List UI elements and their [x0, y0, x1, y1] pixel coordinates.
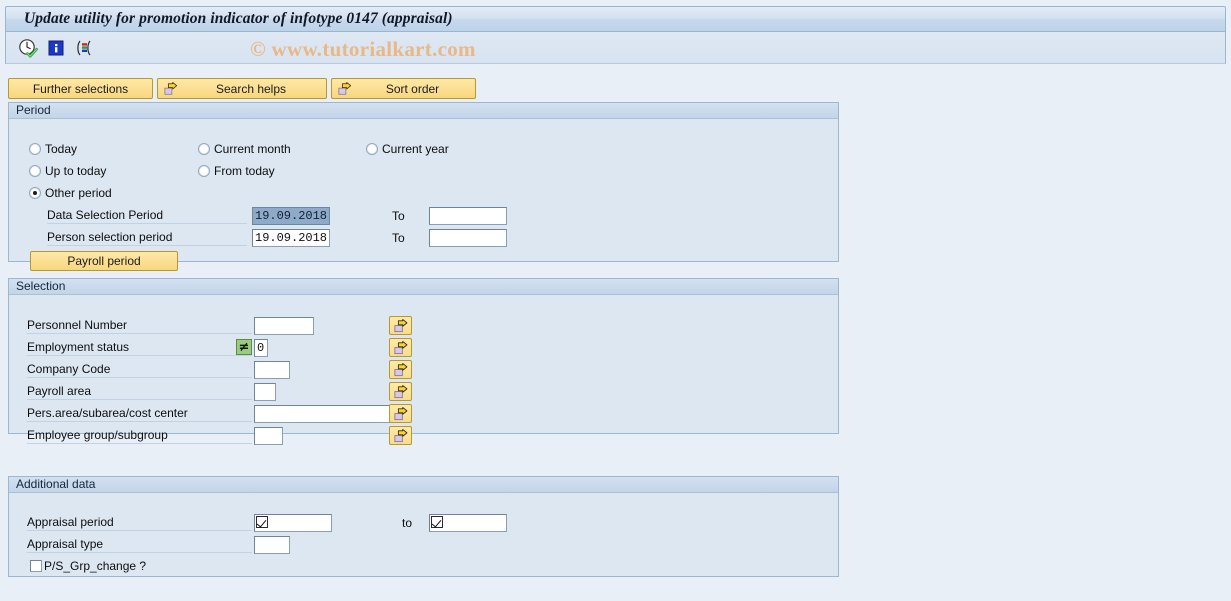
employment-status-operator-not-equal-icon[interactable]: ≠: [236, 339, 252, 355]
radio-current-year-label: Current year: [382, 142, 449, 156]
employment-status-label: Employment status: [27, 339, 252, 356]
company-code-multi-select-button[interactable]: [389, 360, 412, 379]
search-helps-label: Search helps: [215, 81, 287, 96]
info-icon[interactable]: [45, 37, 67, 59]
radio-other-period-label: Other period: [45, 186, 112, 200]
radio-today-control[interactable]: [29, 143, 41, 155]
payroll-period-button[interactable]: Payroll period: [30, 251, 178, 271]
selection-group-title: Selection: [9, 279, 838, 295]
further-selections-button[interactable]: Further selections: [8, 78, 153, 99]
radio-from-today-control[interactable]: [198, 165, 210, 177]
employee-group-subgroup-input[interactable]: [254, 427, 283, 445]
page-title: Update utility for promotion indicator o…: [24, 10, 453, 27]
period-group: Period Today Current month Current year …: [8, 102, 839, 271]
radio-other-period-control[interactable]: [29, 187, 41, 199]
data-selection-period-label: Data Selection Period: [47, 207, 247, 224]
arrow-right-icon: [338, 81, 352, 96]
search-helps-button[interactable]: Search helps: [157, 78, 327, 99]
radio-up-to-today[interactable]: Up to today: [29, 164, 106, 178]
additional-data-group: Additional data Appraisal period to Appr…: [8, 476, 839, 577]
radio-today[interactable]: Today: [29, 142, 77, 156]
payroll-area-input[interactable]: [254, 383, 276, 401]
data-selection-period-to-label: To: [392, 209, 405, 223]
radio-current-year[interactable]: Current year: [366, 142, 449, 156]
sort-order-label: Sort order: [385, 81, 440, 96]
period-group-title: Period: [9, 103, 838, 119]
selection-toolbar-buttons: Further selections Search helps Sort ord…: [8, 78, 476, 99]
variant-icon[interactable]: [73, 37, 95, 59]
sap-selection-screen: Update utility for promotion indicator o…: [0, 0, 1231, 601]
payroll-area-label: Payroll area: [27, 383, 252, 400]
appraisal-period-from-checkbox-icon[interactable]: [256, 516, 268, 528]
additional-data-group-title: Additional data: [9, 477, 838, 493]
radio-other-period[interactable]: Other period: [29, 186, 112, 200]
appraisal-period-label: Appraisal period: [27, 514, 252, 531]
radio-current-year-control[interactable]: [366, 143, 378, 155]
appraisal-type-label: Appraisal type: [27, 536, 252, 553]
radio-current-month[interactable]: Current month: [198, 142, 291, 156]
personnel-number-input[interactable]: [254, 317, 314, 335]
employee-group-multi-select-button[interactable]: [389, 426, 412, 445]
person-selection-period-label: Person selection period: [47, 229, 247, 246]
personnel-number-multi-select-button[interactable]: [389, 316, 412, 335]
selection-group: Selection Personnel Number Employment st…: [8, 278, 839, 445]
radio-from-today[interactable]: From today: [198, 164, 275, 178]
appraisal-period-from-field[interactable]: [254, 514, 332, 532]
radio-from-today-label: From today: [214, 164, 275, 178]
company-code-label: Company Code: [27, 361, 252, 378]
appraisal-period-to-field[interactable]: [429, 514, 507, 532]
pers-area-subarea-cost-center-label: Pers.area/subarea/cost center: [27, 405, 252, 422]
watermark-text: © www.tutorialkart.com: [250, 37, 476, 61]
radio-current-month-control[interactable]: [198, 143, 210, 155]
pers-area-multi-select-button[interactable]: [389, 404, 412, 423]
employment-status-input[interactable]: [254, 339, 268, 357]
appraisal-type-input[interactable]: [254, 536, 290, 554]
arrow-right-icon: [164, 81, 178, 96]
personnel-number-label: Personnel Number: [27, 317, 252, 334]
payroll-period-label: Payroll period: [67, 254, 141, 268]
pers-area-subarea-cost-center-input[interactable]: [254, 405, 399, 423]
employment-status-multi-select-button[interactable]: [389, 338, 412, 357]
company-code-input[interactable]: [254, 361, 290, 379]
window-title-bar: Update utility for promotion indicator o…: [5, 6, 1226, 32]
person-selection-period-to-label: To: [392, 231, 405, 245]
further-selections-label: Further selections: [32, 81, 129, 96]
radio-today-label: Today: [45, 142, 78, 156]
radio-up-to-today-label: Up to today: [45, 164, 107, 178]
data-selection-period-from-input[interactable]: [252, 207, 330, 225]
person-selection-period-from-input[interactable]: [252, 229, 330, 247]
data-selection-period-to-input[interactable]: [429, 207, 507, 225]
ps-grp-change-checkbox[interactable]: [30, 560, 42, 572]
payroll-area-multi-select-button[interactable]: [389, 382, 412, 401]
appraisal-period-to-checkbox-icon[interactable]: [431, 516, 443, 528]
execute-clock-check-icon[interactable]: [17, 37, 39, 59]
radio-current-month-label: Current month: [214, 142, 291, 156]
employee-group-subgroup-label: Employee group/subgroup: [27, 427, 252, 444]
ps-grp-change-checkbox-row[interactable]: P/S_Grp_change ?: [30, 559, 146, 573]
ps-grp-change-label: P/S_Grp_change ?: [44, 559, 147, 573]
application-toolbar: [5, 32, 1226, 64]
radio-up-to-today-control[interactable]: [29, 165, 41, 177]
person-selection-period-to-input[interactable]: [429, 229, 507, 247]
sort-order-button[interactable]: Sort order: [331, 78, 476, 99]
appraisal-period-to-label: to: [402, 516, 413, 530]
